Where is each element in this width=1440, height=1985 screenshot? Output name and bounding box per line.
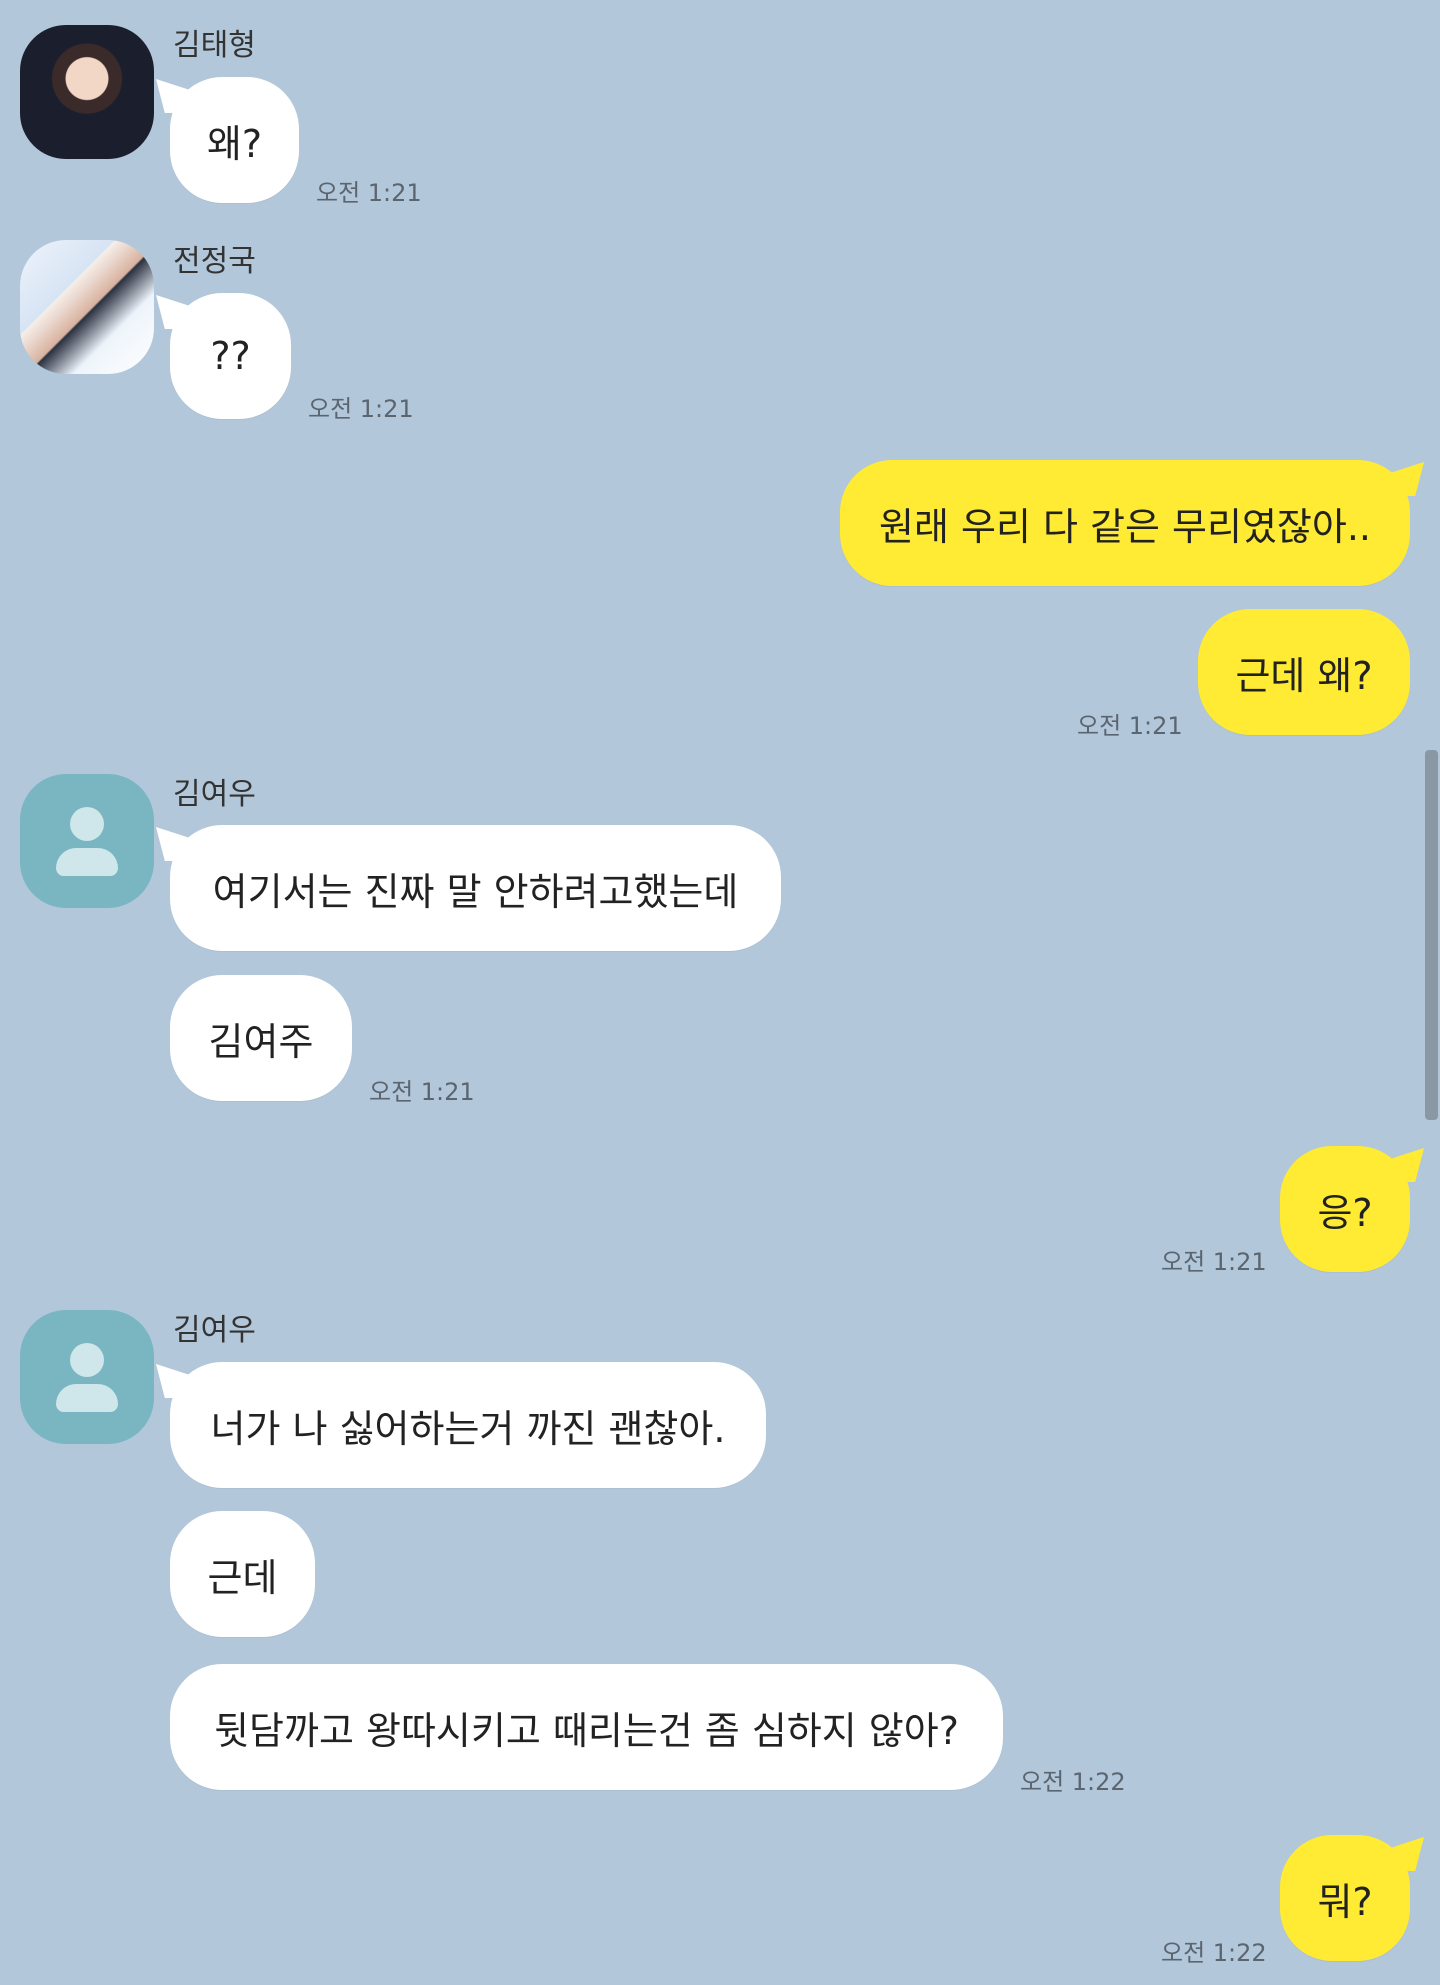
scrollbar-thumb[interactable] [1425, 750, 1438, 1120]
message-time: 오전 1:22 [1020, 1768, 1126, 1796]
sender-name: 전정국 [173, 244, 256, 279]
message-time: 오전 1:21 [316, 179, 422, 207]
sender-name: 김여우 [173, 1313, 256, 1348]
message-text: 응? [1317, 1190, 1373, 1235]
message-bubble[interactable]: 왜? [170, 77, 299, 203]
message-text: 근데 왜? [1235, 653, 1373, 698]
sender-name: 김여우 [173, 777, 256, 812]
message-time: 오전 1:21 [369, 1078, 475, 1106]
profile-avatar-kim-yeou[interactable] [20, 1310, 154, 1444]
message-bubble[interactable]: 여기서는 진짜 말 안하려고했는데 [170, 825, 781, 951]
message-text: 뒷담까고 왕따시키고 때리는건 좀 심하지 않아? [214, 1708, 959, 1753]
sender-name: 김태형 [173, 28, 256, 63]
message-text: 뭐? [1317, 1879, 1373, 1924]
my-message-bubble[interactable]: 뭐? [1280, 1835, 1410, 1961]
message-bubble[interactable]: 근데 [170, 1511, 315, 1637]
message-bubble[interactable]: 김여주 [170, 975, 352, 1101]
message-time: 오전 1:21 [1161, 1248, 1267, 1276]
message-text: 김여주 [208, 1019, 314, 1064]
message-time: 오전 1:21 [1077, 712, 1183, 740]
message-text: ?? [210, 334, 251, 378]
message-text: 왜? [206, 121, 263, 166]
profile-avatar-jeon-jungkook[interactable] [20, 240, 154, 374]
my-message-bubble[interactable]: 응? [1280, 1146, 1410, 1272]
my-message-bubble[interactable]: 원래 우리 다 같은 무리였잖아.. [840, 460, 1410, 586]
profile-avatar-kim-taehyung[interactable] [20, 25, 154, 159]
profile-avatar-kim-yeou[interactable] [20, 774, 154, 908]
message-time: 오전 1:22 [1161, 1939, 1267, 1967]
message-bubble[interactable]: 뒷담까고 왕따시키고 때리는건 좀 심하지 않아? [170, 1664, 1003, 1790]
person-icon-body [56, 848, 118, 876]
message-text: 원래 우리 다 같은 무리였잖아.. [879, 504, 1371, 549]
message-text: 너가 나 싫어하는거 까진 괜찮아. [210, 1406, 726, 1451]
message-text: 여기서는 진짜 말 안하려고했는데 [212, 869, 739, 914]
message-text: 근데 [207, 1555, 278, 1600]
person-icon [70, 1343, 104, 1377]
person-icon [70, 807, 104, 841]
message-bubble[interactable]: ?? [170, 293, 291, 419]
my-message-bubble[interactable]: 근데 왜? [1198, 609, 1410, 735]
person-icon-body [56, 1384, 118, 1412]
message-bubble[interactable]: 너가 나 싫어하는거 까진 괜찮아. [170, 1362, 766, 1488]
message-time: 오전 1:21 [308, 395, 414, 423]
chat-room: 김태형 왜? 오전 1:21 전정국 ?? 오전 1:21 원래 우리 다 같은… [0, 0, 1440, 1985]
